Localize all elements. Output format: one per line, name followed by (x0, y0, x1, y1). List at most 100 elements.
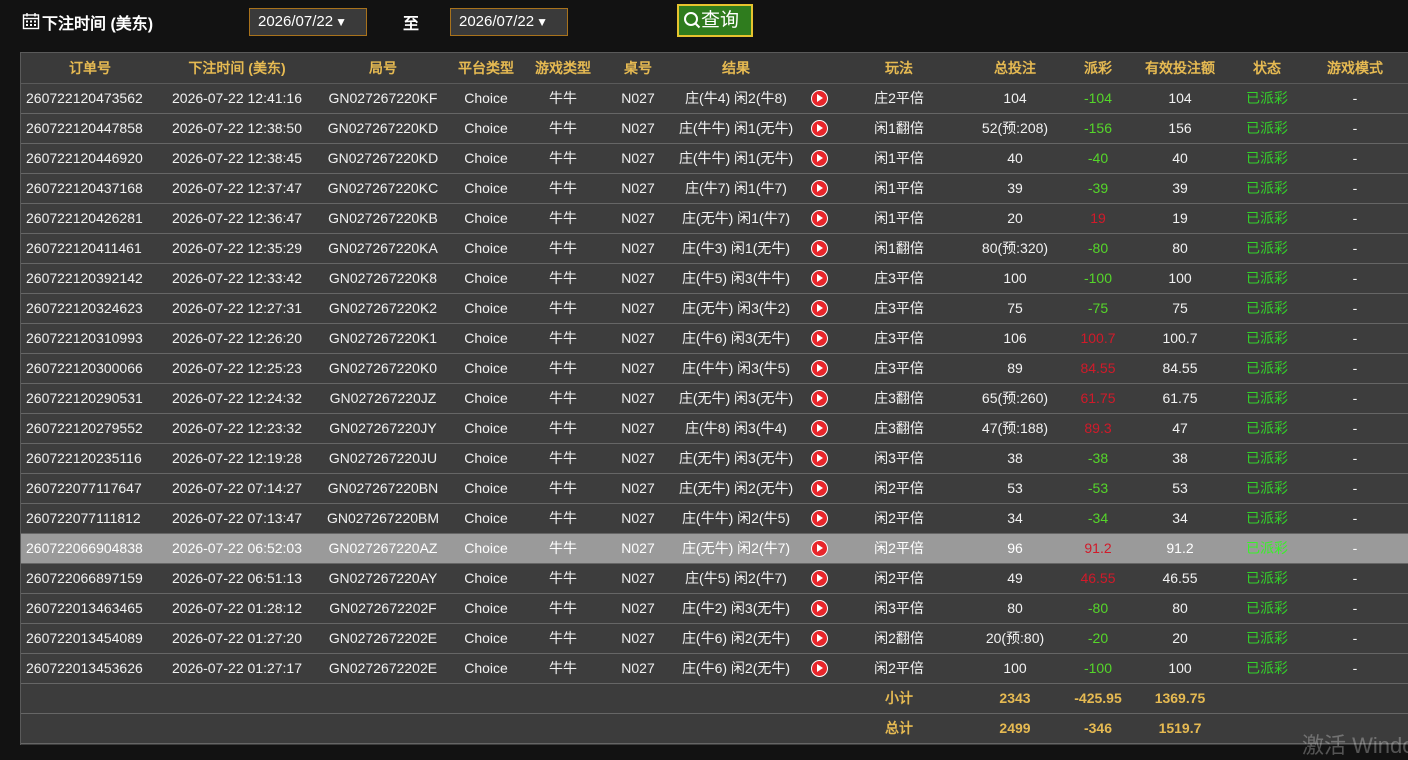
bet-time-cell: 2026-07-22 12:38:50 (159, 113, 315, 144)
table-row[interactable]: 260722120324623 2026-07-22 12:27:31 GN0272… (21, 293, 1408, 324)
total-row: 总计 2499 -346 1519.7 (21, 713, 1408, 744)
result-cell: 庄(牛5) 闲2(牛7) (671, 563, 801, 594)
table-no-cell: N027 (605, 443, 671, 474)
play-type-cell: 闲2平倍 (837, 653, 961, 684)
game-type-cell: 牛牛 (521, 563, 605, 594)
end-date-select[interactable]: 2026/07/22 ▼ (450, 8, 568, 36)
bet-time-cell: 2026-07-22 06:52:03 (159, 533, 315, 564)
play-type-cell: 闲3平倍 (837, 443, 961, 474)
total-bet-cell: 89 (961, 353, 1069, 384)
start-date-select[interactable]: 2026/07/22 ▼ (249, 8, 367, 36)
table-row[interactable]: 260722120290531 2026-07-22 12:24:32 GN0272… (21, 383, 1408, 414)
table-row[interactable]: 260722066897159 2026-07-22 06:51:13 GN0272… (21, 563, 1408, 594)
play-replay-icon[interactable] (810, 359, 828, 377)
table-row[interactable]: 260722120426281 2026-07-22 12:36:47 GN0272… (21, 203, 1408, 234)
round-id-cell: GN027267220JY (315, 413, 451, 444)
table-row[interactable]: 260722120300066 2026-07-22 12:25:23 GN0272… (21, 353, 1408, 384)
play-replay-icon[interactable] (810, 419, 828, 437)
header-payout: 派彩 (1069, 53, 1127, 84)
empty-cell (671, 713, 801, 744)
table-no-cell: N027 (605, 473, 671, 504)
result-cell: 庄(牛牛) 闲3(牛5) (671, 353, 801, 384)
total-bet-cell: 100 (961, 263, 1069, 294)
bet-time-cell: 2026-07-22 01:28:12 (159, 593, 315, 624)
table-row[interactable]: 260722120310993 2026-07-22 12:26:20 GN0272… (21, 323, 1408, 354)
platform-cell: Choice (451, 443, 521, 474)
game-type-cell: 牛牛 (521, 503, 605, 534)
game-mode-cell: - (1301, 533, 1408, 564)
payout-cell: 89.3 (1069, 413, 1127, 444)
bet-time-cell: 2026-07-22 12:38:45 (159, 143, 315, 174)
replay-cell (801, 143, 837, 174)
valid-bet-cell: 40 (1127, 143, 1233, 174)
play-type-cell: 闲2平倍 (837, 533, 961, 564)
play-replay-icon[interactable] (810, 329, 828, 347)
total-bet-cell: 104 (961, 83, 1069, 114)
subtotal-row-valid: 1369.75 (1127, 683, 1233, 714)
game-type-cell: 牛牛 (521, 323, 605, 354)
play-replay-icon[interactable] (810, 119, 828, 137)
play-replay-icon[interactable] (810, 629, 828, 647)
result-cell: 庄(牛牛) 闲1(无牛) (671, 143, 801, 174)
query-button[interactable]: 查询 (677, 4, 753, 37)
empty-cell (671, 683, 801, 714)
play-replay-icon[interactable] (810, 209, 828, 227)
table-row[interactable]: 260722077111812 2026-07-22 07:13:47 GN0272… (21, 503, 1408, 534)
table-row[interactable]: 260722120447858 2026-07-22 12:38:50 GN0272… (21, 113, 1408, 144)
to-label: 至 (403, 16, 420, 33)
game-mode-cell: - (1301, 113, 1408, 144)
table-row[interactable]: 260722120437168 2026-07-22 12:37:47 GN0272… (21, 173, 1408, 204)
table-row[interactable]: 260722066904838 2026-07-22 06:52:03 GN0272… (21, 533, 1408, 564)
payout-cell: -100 (1069, 653, 1127, 684)
play-replay-icon[interactable] (810, 659, 828, 677)
table-row[interactable]: 260722077117647 2026-07-22 07:14:27 GN0272… (21, 473, 1408, 504)
table-row[interactable]: 260722013463465 2026-07-22 01:28:12 GN0272… (21, 593, 1408, 624)
play-replay-icon[interactable] (810, 299, 828, 317)
table-row[interactable]: 260722120446920 2026-07-22 12:38:45 GN0272… (21, 143, 1408, 174)
table-row[interactable]: 260722120279552 2026-07-22 12:23:32 GN0272… (21, 413, 1408, 444)
total-row-bet: 2499 (961, 713, 1069, 744)
empty-cell (605, 713, 671, 744)
play-replay-icon[interactable] (810, 509, 828, 527)
play-replay-icon[interactable] (810, 239, 828, 257)
play-type-cell: 庄3平倍 (837, 323, 961, 354)
play-replay-icon[interactable] (810, 269, 828, 287)
empty-cell (159, 713, 315, 744)
play-replay-icon[interactable] (810, 179, 828, 197)
table-no-cell: N027 (605, 533, 671, 564)
game-mode-cell: - (1301, 173, 1408, 204)
game-type-cell: 牛牛 (521, 473, 605, 504)
play-replay-icon[interactable] (810, 599, 828, 617)
platform-cell: Choice (451, 413, 521, 444)
play-replay-icon[interactable] (810, 569, 828, 587)
empty-cell (21, 713, 159, 744)
bet-time-cell: 2026-07-22 12:36:47 (159, 203, 315, 234)
play-type-cell: 闲3平倍 (837, 593, 961, 624)
play-replay-icon[interactable] (810, 539, 828, 557)
round-id-cell: GN027267220KB (315, 203, 451, 234)
play-replay-icon[interactable] (810, 449, 828, 467)
subtotal-row-label: 小计 (837, 683, 961, 714)
game-type-cell: 牛牛 (521, 143, 605, 174)
play-replay-icon[interactable] (810, 149, 828, 167)
table-row[interactable]: 260722120473562 2026-07-22 12:41:16 GN0272… (21, 83, 1408, 114)
round-id-cell: GN027267220BN (315, 473, 451, 504)
status-cell: 已派彩 (1233, 533, 1301, 564)
table-row[interactable]: 260722120235116 2026-07-22 12:19:28 GN0272… (21, 443, 1408, 474)
bet-time-filter-label: 下注时间 (美东) (42, 16, 154, 33)
table-row[interactable]: 260722120411461 2026-07-22 12:35:29 GN0272… (21, 233, 1408, 264)
play-replay-icon[interactable] (810, 479, 828, 497)
table-row[interactable]: 260722120392142 2026-07-22 12:33:42 GN0272… (21, 263, 1408, 294)
table-row[interactable]: 260722013454089 2026-07-22 01:27:20 GN0272… (21, 623, 1408, 654)
valid-bet-cell: 84.55 (1127, 353, 1233, 384)
game-type-cell: 牛牛 (521, 383, 605, 414)
play-replay-icon[interactable] (810, 389, 828, 407)
round-id-cell: GN027267220K2 (315, 293, 451, 324)
header-game-type: 游戏类型 (521, 53, 605, 84)
table-row[interactable]: 260722013453626 2026-07-22 01:27:17 GN0272… (21, 653, 1408, 684)
game-type-cell: 牛牛 (521, 83, 605, 114)
total-bet-cell: 53 (961, 473, 1069, 504)
header-order-id: 订单号 (21, 53, 159, 84)
bet-time-cell: 2026-07-22 01:27:20 (159, 623, 315, 654)
play-replay-icon[interactable] (810, 89, 828, 107)
